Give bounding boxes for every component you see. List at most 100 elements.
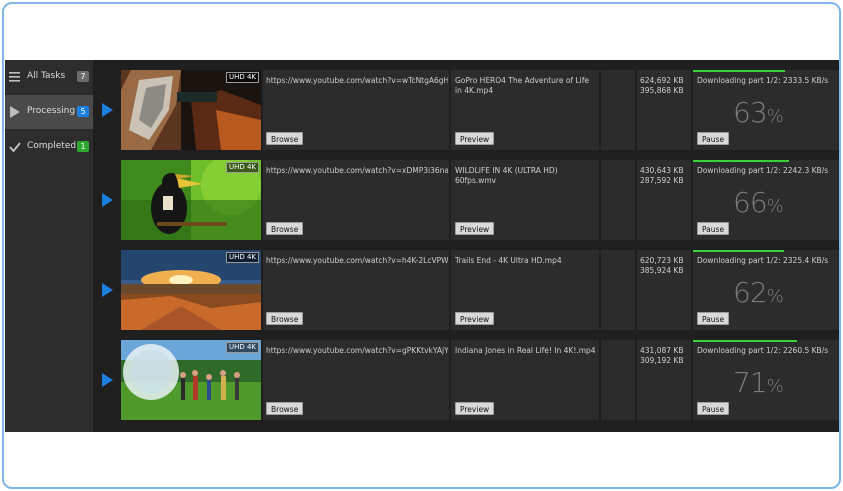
empty-cell — [601, 340, 635, 420]
filename-cell: Trails End - 4K Ultra HD.mp4 Preview — [451, 250, 599, 330]
preview-button[interactable]: Preview — [455, 312, 495, 325]
task-row: UHD 4K https://www.youtube.com/watch?v=g… — [97, 340, 839, 420]
sidebar-item-completed[interactable]: Completed 1 — [5, 130, 93, 164]
file-name: Indiana Jones in Real Life! In 4K!.mp4 — [455, 346, 596, 355]
count-badge: 7 — [77, 71, 89, 82]
size-total: 430,643 KB — [640, 166, 684, 175]
progress-bar — [693, 250, 784, 252]
size-cell: 431,087 KB 309,192 KB — [637, 340, 691, 420]
percent-readout: 63% — [733, 96, 823, 129]
sidebar-item-label: All Tasks — [27, 71, 66, 81]
video-thumbnail: UHD 4K — [121, 250, 261, 330]
size-done: 287,592 KB — [640, 176, 684, 185]
size-values: 624,692 KB 395,868 KB — [640, 76, 690, 96]
empty-cell — [601, 250, 635, 330]
check-icon — [9, 142, 21, 153]
play-icon[interactable] — [102, 193, 113, 207]
url-cell: https://www.youtube.com/watch?v=gPKKtvkY… — [263, 340, 449, 420]
empty-cell — [601, 160, 635, 240]
file-name: WILDLIFE IN 4K (ULTRA HD) 60fps.wmv — [455, 166, 558, 185]
status-cell: Downloading part 1/2: 2325.4 KB/s 62% Pa… — [693, 250, 839, 330]
sidebar-item-all-tasks[interactable]: All Tasks 7 — [5, 60, 93, 94]
pause-button[interactable]: Pause — [697, 402, 730, 415]
status-cell: Downloading part 1/2: 2333.5 KB/s 63% Pa… — [693, 70, 839, 150]
preview-button[interactable]: Preview — [455, 222, 495, 235]
sidebar-item-processing[interactable]: Processing 5 — [5, 95, 93, 129]
pause-button[interactable]: Pause — [697, 132, 730, 145]
percent-readout: 62% — [733, 276, 823, 309]
uhd-badge: UHD 4K — [225, 162, 259, 173]
percent-value: 62 — [733, 276, 768, 309]
play-icon — [10, 106, 20, 118]
file-name: Trails End - 4K Ultra HD.mp4 — [455, 256, 562, 265]
status-text: Downloading part 1/2: 2242.3 KB/s — [697, 166, 829, 175]
uhd-badge: UHD 4K — [225, 342, 259, 353]
url-cell: https://www.youtube.com/watch?v=wTcNtgA6… — [263, 70, 449, 150]
size-values: 431,087 KB 309,192 KB — [640, 346, 690, 366]
downloader-app: All Tasks 7 Processing 5 Completed 1 UHD… — [5, 60, 839, 432]
size-cell: 620,723 KB 385,924 KB — [637, 250, 691, 330]
filename-cell: GoPro HERO4 The Adventure of Life in 4K.… — [451, 70, 599, 150]
sidebar: All Tasks 7 Processing 5 Completed 1 — [5, 60, 93, 432]
video-url: https://www.youtube.com/watch?v=gPKKtvkY… — [266, 346, 448, 355]
size-total: 431,087 KB — [640, 346, 684, 355]
percent-sign: % — [766, 376, 784, 397]
size-done: 309,192 KB — [640, 356, 684, 365]
video-url: https://www.youtube.com/watch?v=wTcNtgA6… — [266, 76, 448, 85]
play-icon[interactable] — [102, 103, 113, 117]
progress-bar — [693, 70, 785, 72]
uhd-badge: UHD 4K — [225, 252, 259, 263]
percent-sign: % — [766, 286, 784, 307]
task-row: UHD 4K https://www.youtube.com/watch?v=x… — [97, 160, 839, 240]
status-text: Downloading part 1/2: 2260.5 KB/s — [697, 346, 829, 355]
video-thumbnail: UHD 4K — [121, 70, 261, 150]
percent-readout: 71% — [733, 366, 823, 399]
percent-value: 63 — [733, 96, 768, 129]
percent-sign: % — [766, 196, 784, 217]
play-icon[interactable] — [102, 373, 113, 387]
size-values: 620,723 KB 385,924 KB — [640, 256, 690, 276]
video-url: https://www.youtube.com/watch?v=xDMP3i36… — [266, 166, 448, 175]
browse-button[interactable]: Browse — [266, 222, 304, 235]
browse-button[interactable]: Browse — [266, 402, 304, 415]
preview-button[interactable]: Preview — [455, 402, 495, 415]
task-row: UHD 4K https://www.youtube.com/watch?v=h… — [97, 250, 839, 330]
filename-cell: WILDLIFE IN 4K (ULTRA HD) 60fps.wmv Prev… — [451, 160, 599, 240]
status-text: Downloading part 1/2: 2333.5 KB/s — [697, 76, 829, 85]
uhd-badge: UHD 4K — [225, 72, 259, 83]
file-name: GoPro HERO4 The Adventure of Life in 4K.… — [455, 76, 589, 95]
video-thumbnail: UHD 4K — [121, 340, 261, 420]
url-cell: https://www.youtube.com/watch?v=h4K-2LcV… — [263, 250, 449, 330]
pause-button[interactable]: Pause — [697, 222, 730, 235]
status-cell: Downloading part 1/2: 2242.3 KB/s 66% Pa… — [693, 160, 839, 240]
size-cell: 430,643 KB 287,592 KB — [637, 160, 691, 240]
size-done: 395,868 KB — [640, 86, 684, 95]
percent-sign: % — [766, 106, 784, 127]
size-total: 620,723 KB — [640, 256, 684, 265]
browse-button[interactable]: Browse — [266, 312, 304, 325]
progress-bar — [693, 160, 790, 162]
count-badge: 1 — [77, 141, 89, 152]
pause-button[interactable]: Pause — [697, 312, 730, 325]
sidebar-item-label: Completed — [27, 141, 77, 151]
url-cell: https://www.youtube.com/watch?v=xDMP3i36… — [263, 160, 449, 240]
size-cell: 624,692 KB 395,868 KB — [637, 70, 691, 150]
percent-readout: 66% — [733, 186, 823, 219]
size-total: 624,692 KB — [640, 76, 684, 85]
browse-button[interactable]: Browse — [266, 132, 304, 145]
sidebar-item-label: Processing — [27, 106, 76, 116]
empty-cell — [601, 70, 635, 150]
preview-button[interactable]: Preview — [455, 132, 495, 145]
progress-bar — [693, 340, 797, 342]
size-done: 385,924 KB — [640, 266, 684, 275]
percent-value: 71 — [733, 366, 768, 399]
size-values: 430,643 KB 287,592 KB — [640, 166, 690, 186]
video-url: https://www.youtube.com/watch?v=h4K-2LcV… — [266, 256, 448, 265]
video-thumbnail: UHD 4K — [121, 160, 261, 240]
play-icon[interactable] — [102, 283, 113, 297]
filename-cell: Indiana Jones in Real Life! In 4K!.mp4 P… — [451, 340, 599, 420]
task-row: UHD 4K https://www.youtube.com/watch?v=w… — [97, 70, 839, 150]
count-badge: 5 — [77, 106, 89, 117]
status-cell: Downloading part 1/2: 2260.5 KB/s 71% Pa… — [693, 340, 839, 420]
list-icon — [9, 72, 20, 82]
